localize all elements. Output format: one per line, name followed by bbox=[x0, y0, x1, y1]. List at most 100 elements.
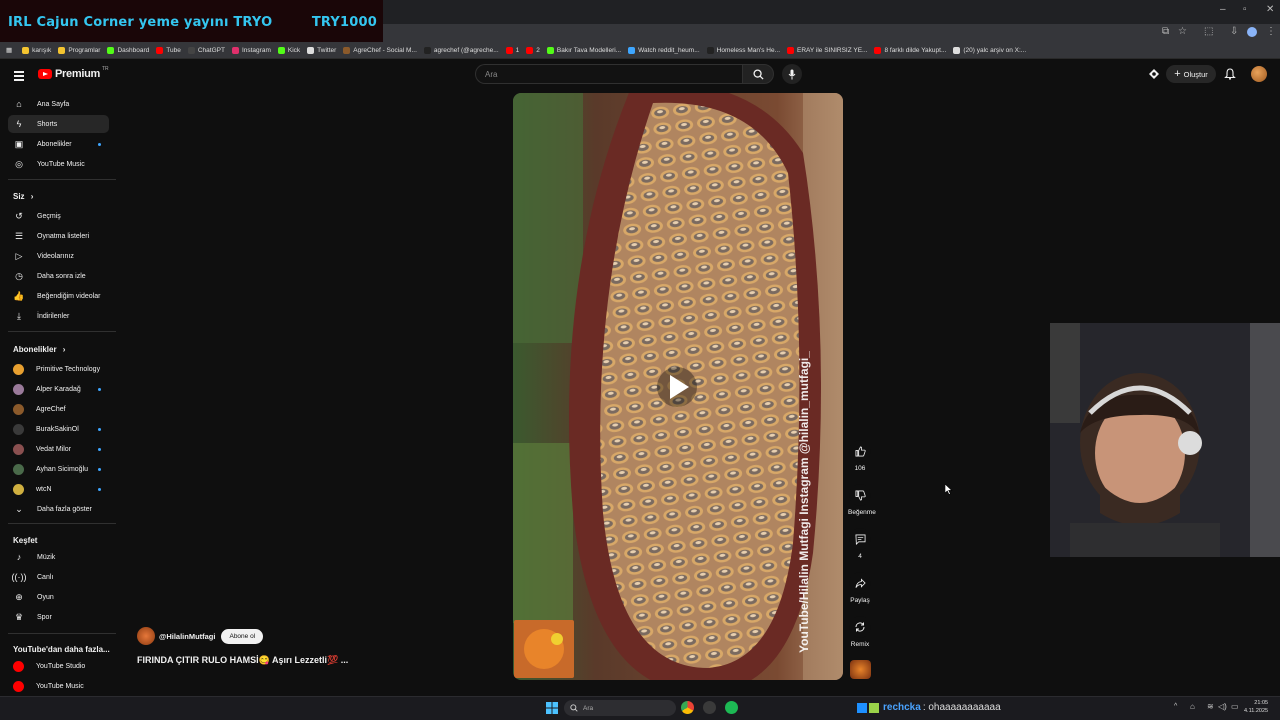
remix-action[interactable]: Remix bbox=[848, 616, 872, 648]
install-icon[interactable]: ⧉ bbox=[1162, 26, 1169, 37]
comment-icon[interactable] bbox=[849, 528, 871, 550]
sidebar-subscription-item[interactable]: BurakSakinOl bbox=[8, 420, 109, 438]
channel-name[interactable]: @HilalinMutfagi bbox=[159, 632, 215, 641]
spotify-icon[interactable] bbox=[725, 701, 738, 714]
downloads-icon[interactable]: ⇩ bbox=[1230, 26, 1238, 37]
comments-action[interactable]: 4 bbox=[848, 528, 872, 560]
sidebar-subscription-item[interactable]: AgreChef bbox=[8, 400, 109, 418]
bookmark-item[interactable]: 1 bbox=[505, 46, 519, 54]
like-action[interactable]: 106 bbox=[848, 440, 872, 472]
minimize-icon[interactable]: – bbox=[1220, 4, 1226, 15]
taskbar-clock[interactable]: 21:05 4.11.2025 bbox=[1244, 699, 1268, 715]
sidebar-section-subscriptions[interactable]: Abonelikler › bbox=[13, 345, 65, 354]
sidebar-item-music-note[interactable]: ♪ Müzik bbox=[8, 548, 109, 566]
search-button[interactable] bbox=[742, 64, 774, 84]
sidebar-subscription-item[interactable]: Primitive Technology bbox=[8, 360, 109, 378]
hamburger-menu-icon[interactable] bbox=[14, 71, 24, 83]
sidebar-subscription-item[interactable]: wtcN bbox=[8, 480, 109, 498]
bookmark-item[interactable]: Kick bbox=[277, 46, 300, 54]
stream-overlay-banner: IRL Cajun Corner yeme yayını TRYO TRY100… bbox=[0, 0, 383, 46]
star-icon[interactable]: ☆ bbox=[1178, 26, 1187, 37]
tray-app-icon[interactable]: ⌂ bbox=[1190, 702, 1195, 711]
sidebar-section-you[interactable]: Siz › bbox=[13, 192, 33, 201]
share-action[interactable]: Paylaş bbox=[848, 572, 872, 604]
sidebar-item-subscriptions[interactable]: ▣ Abonelikler bbox=[8, 135, 109, 153]
account-avatar[interactable] bbox=[1251, 66, 1267, 82]
address-bar[interactable] bbox=[383, 24, 1280, 42]
subscribe-button[interactable]: Abone ol bbox=[221, 628, 264, 644]
channel-avatar[interactable] bbox=[137, 627, 155, 645]
volume-icon[interactable]: ◁) bbox=[1218, 702, 1227, 711]
apps-icon[interactable]: ▦ bbox=[6, 46, 12, 54]
bookmark-item[interactable]: (20) yalc arşiv on X:... bbox=[953, 46, 1026, 54]
bookmark-item[interactable]: Tube bbox=[156, 46, 181, 54]
new-content-dot bbox=[98, 487, 101, 491]
dislike-action[interactable]: Beğenme bbox=[848, 484, 876, 516]
restore-icon[interactable]: ▫ bbox=[1243, 4, 1247, 15]
bookmark-item[interactable]: Watch reddit_heum... bbox=[628, 46, 700, 54]
sidebar-item-your-videos[interactable]: ▷ Videolarınız bbox=[8, 247, 109, 265]
voice-search-button[interactable] bbox=[782, 64, 802, 84]
bookmark-item[interactable]: ChatGPT bbox=[187, 46, 225, 54]
share-icon[interactable] bbox=[849, 572, 871, 594]
chrome-icon[interactable] bbox=[681, 701, 694, 714]
sound-thumbnail[interactable] bbox=[850, 660, 871, 679]
bookmark-item[interactable]: Dashboard bbox=[107, 46, 149, 54]
sidebar-item-history[interactable]: ↺ Geçmiş bbox=[8, 207, 109, 225]
taskbar-search-input[interactable]: Ara bbox=[564, 700, 676, 716]
sidebar-item-clock[interactable]: ◷ Daha sonra izle bbox=[8, 267, 109, 285]
battery-icon[interactable]: ▭ bbox=[1231, 702, 1239, 711]
windows-start-icon[interactable] bbox=[546, 702, 558, 714]
bookmark-item[interactable]: 2 bbox=[526, 46, 540, 54]
bookmark-item[interactable]: Bakır Tava Modelleri... bbox=[546, 46, 621, 54]
sidebar-subscription-item[interactable]: Ayhan Sicimoğlu bbox=[8, 460, 109, 478]
remix-icon[interactable] bbox=[849, 616, 871, 638]
search-input[interactable]: Ara bbox=[475, 64, 742, 84]
youtube-logo[interactable]: Premium TR bbox=[38, 66, 109, 80]
sidebar-subscription-item[interactable]: Alper Karadağ bbox=[8, 380, 109, 398]
bookmark-item[interactable]: agrechef (@agreche... bbox=[423, 46, 499, 54]
sidebar-item-trophy[interactable]: ♛ Spor bbox=[8, 608, 109, 626]
sidebar-section-more-from-youtube[interactable]: YouTube'dan daha fazla... bbox=[13, 645, 110, 654]
bookmark-item[interactable]: Twitter bbox=[307, 46, 336, 54]
show-more-button[interactable]: ⌄ Daha fazla göster bbox=[8, 500, 109, 518]
sidebar-item-thumbs-up[interactable]: 👍 Beğendiğim videolar bbox=[8, 287, 109, 305]
sidebar-item-home[interactable]: ⌂ Ana Sayfa bbox=[8, 95, 109, 113]
sidebar-item-download[interactable]: ⤓ İndirilenler bbox=[8, 307, 109, 325]
obs-icon[interactable] bbox=[703, 701, 716, 714]
menu-dots-icon[interactable]: ⋮ bbox=[1266, 26, 1276, 37]
extensions-icon[interactable]: ⬚ bbox=[1204, 26, 1213, 37]
profile-icon[interactable] bbox=[1247, 27, 1257, 37]
bookmark-item[interactable]: karışık bbox=[22, 46, 51, 54]
bookmark-item[interactable]: ERAY ile SINIRSIZ YE... bbox=[787, 46, 867, 54]
bookmark-item[interactable]: Programlar bbox=[58, 46, 100, 54]
download-icon: ⤓ bbox=[17, 310, 21, 321]
sidebar-item-youtube-app[interactable]: YouTube Studio bbox=[8, 657, 109, 675]
short-title[interactable]: FIRINDA ÇITIR RULO HAMSİ😋 Aşırı Lezzetli… bbox=[137, 655, 348, 666]
sidebar-item-gamepad[interactable]: ⊕ Oyun bbox=[8, 588, 109, 606]
thumbs-up-icon[interactable] bbox=[849, 440, 871, 462]
bookmark-item[interactable]: 8 farklı dilde Yakupt... bbox=[874, 46, 946, 54]
sidebar-item-music[interactable]: ◎ YouTube Music bbox=[8, 155, 109, 173]
sidebar-item-shorts[interactable]: ϟ Shorts bbox=[8, 115, 109, 133]
sidebar-subscription-item[interactable]: Vedat Milor bbox=[8, 440, 109, 458]
wifi-icon[interactable]: ≋ bbox=[1207, 702, 1214, 711]
close-icon[interactable]: ✕ bbox=[1266, 4, 1274, 15]
play-button-icon[interactable] bbox=[653, 366, 701, 408]
bookmark-item[interactable]: Instagram bbox=[231, 46, 271, 54]
sidebar-divider bbox=[8, 633, 116, 634]
thumbs-down-icon[interactable] bbox=[849, 484, 871, 506]
subscriptions-icon: ▣ bbox=[14, 138, 24, 149]
tray-chevron-icon[interactable]: ^ bbox=[1174, 703, 1177, 710]
sidebar-section-explore[interactable]: Keşfet bbox=[13, 536, 37, 545]
sidebar-item-youtube-app[interactable]: YouTube Music bbox=[8, 677, 109, 695]
bookmark-item[interactable]: Homeless Man's He... bbox=[706, 46, 780, 54]
clock-icon: ◷ bbox=[15, 270, 23, 281]
sidebar-item-live[interactable]: ((·)) Canlı bbox=[8, 568, 109, 586]
create-button[interactable]: + Oluştur bbox=[1166, 65, 1216, 83]
notifications-bell-icon[interactable] bbox=[1224, 68, 1236, 80]
channel-avatar bbox=[13, 443, 24, 455]
create-video-icon[interactable] bbox=[1148, 68, 1160, 80]
sidebar-item-playlist[interactable]: ☰ Oynatma listeleri bbox=[8, 227, 109, 245]
bookmark-item[interactable]: AgreChef - Social M... bbox=[343, 46, 417, 54]
